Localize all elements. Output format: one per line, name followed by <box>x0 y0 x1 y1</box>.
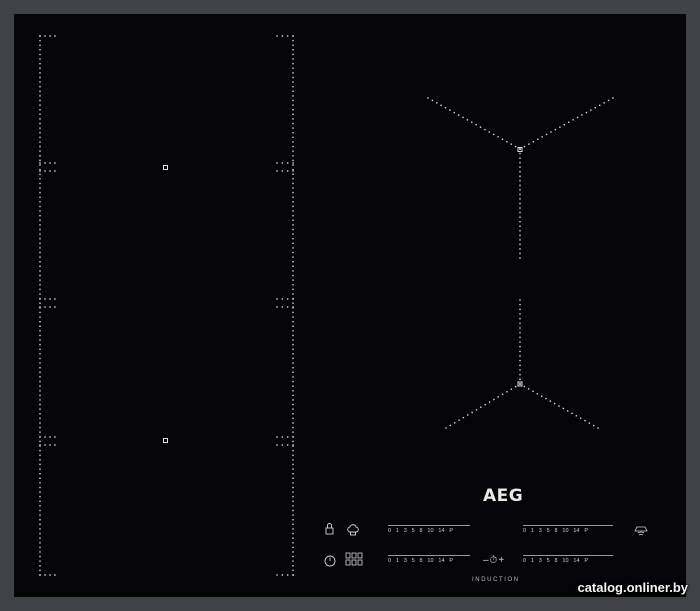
power-scale-bottom-left[interactable]: 0 1 3 5 8 10 14 P <box>388 558 453 564</box>
slider-line-top-right <box>523 525 613 526</box>
power-scale-top-left[interactable]: 0 1 3 5 8 10 14 P <box>388 528 453 534</box>
brand-logo: AEG <box>483 486 524 506</box>
induction-hob <box>0 0 700 611</box>
power-scale-bottom-right[interactable]: 0 1 3 5 8 10 14 P <box>523 558 588 564</box>
slider-line-top-left <box>388 525 470 526</box>
induction-label: INDUCTION <box>472 577 520 583</box>
timer-control[interactable]: –⏱+ <box>483 555 505 566</box>
watermark-text: catalog.onliner.by <box>577 580 688 595</box>
slider-line-bottom-right <box>523 555 613 556</box>
slider-line-bottom-left <box>388 555 470 556</box>
power-scale-top-right[interactable]: 0 1 3 5 8 10 14 P <box>523 528 588 534</box>
hob-glass <box>14 14 686 597</box>
